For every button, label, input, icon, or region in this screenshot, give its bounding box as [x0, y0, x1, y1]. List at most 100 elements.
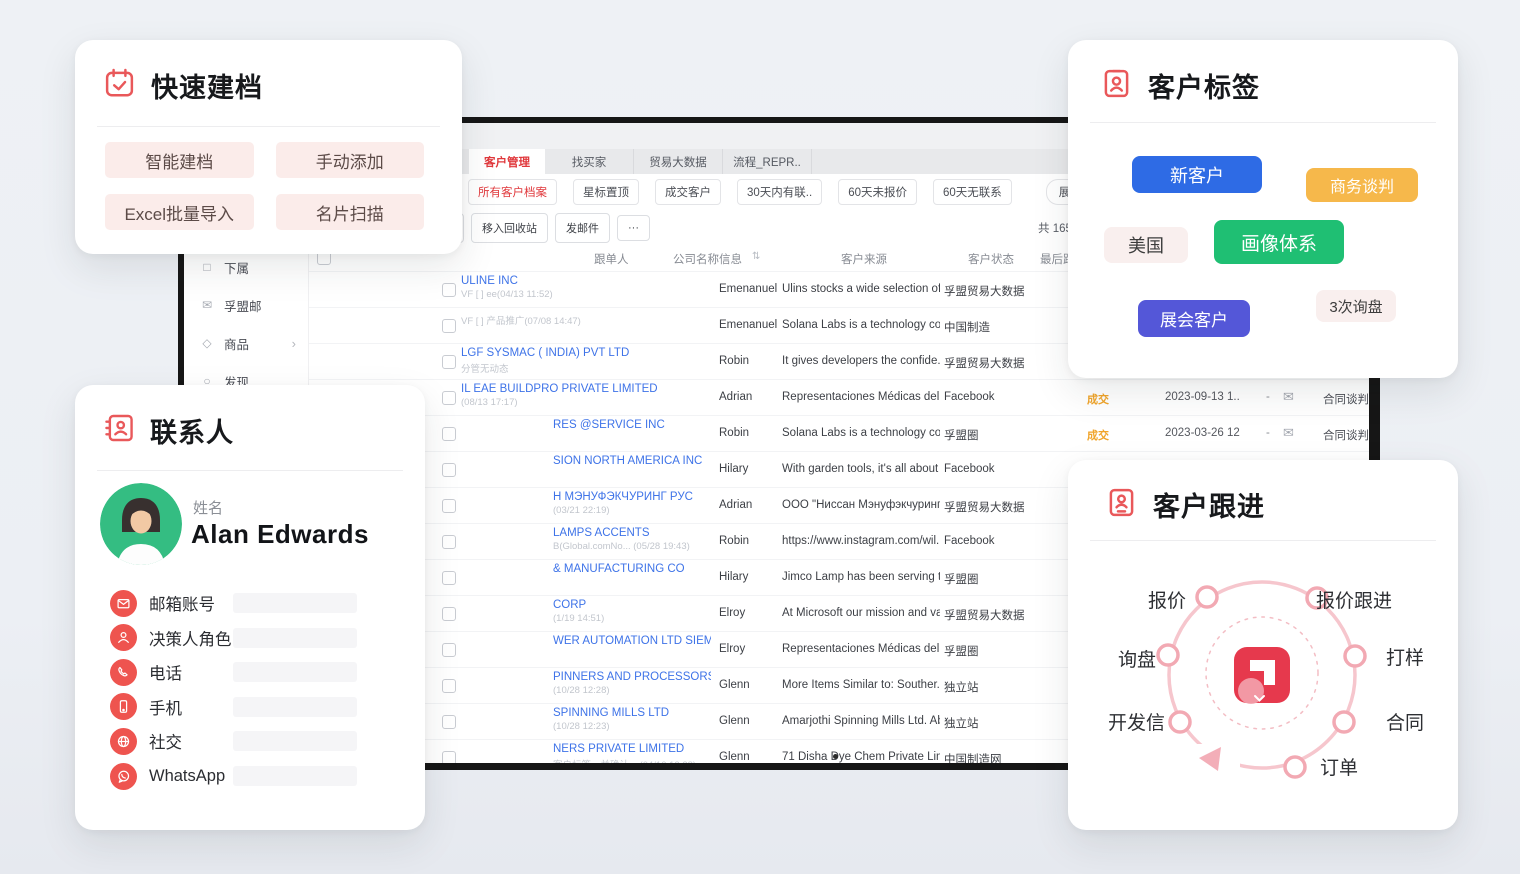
contact-field-2: 决策人角色	[110, 624, 232, 652]
customer-tag-5[interactable]: 展会客户	[1138, 300, 1250, 337]
company-cell: NERS PRIVATE LIMITED 客户标签、并确认... (04/10 …	[461, 743, 711, 763]
owner-cell: Adrian	[719, 391, 779, 403]
tab-trade-big-data[interactable]: 贸易大数据	[634, 149, 723, 174]
toolbar-button-3[interactable]: 发邮件	[555, 213, 610, 243]
sidebar-item-孚盟邮[interactable]: ✉孚盟邮	[184, 290, 308, 320]
follow-up-card: 客户跟进 报价报价跟进询盘打样开发信合同订单	[1068, 460, 1458, 830]
customer-tag-6[interactable]: 3次询盘	[1316, 290, 1396, 322]
row-checkbox[interactable]	[442, 283, 456, 297]
sidebar-item-下属[interactable]: □下属	[184, 252, 308, 282]
contact-card: 联系人 姓名 Alan Edwards 邮箱账号决策人角色电话手机社交Whats…	[75, 385, 425, 830]
product-icon: ◇	[200, 336, 214, 350]
row-checkbox[interactable]	[442, 463, 456, 477]
company-cell: CORP (1/19 14:51)	[461, 599, 711, 624]
company-name-link[interactable]: Н МЭНУФЭКЧУРИНГ РУС	[553, 491, 711, 503]
company-info-cell: With garden tools, it's all about ...	[782, 463, 940, 475]
row-checkbox[interactable]	[442, 355, 456, 369]
sidebar-item-商品[interactable]: ◇商品›	[184, 328, 308, 358]
customer-tag-2[interactable]: 商务谈判	[1306, 168, 1418, 202]
contact-field-label: 决策人角色	[149, 626, 232, 650]
filter-chip-1[interactable]: 所有客户档案	[468, 179, 557, 205]
contact-book-icon	[103, 412, 135, 449]
company-name-link[interactable]: WER AUTOMATION LTD SIEME	[553, 635, 711, 647]
header-status[interactable]: 客户状态	[968, 251, 1014, 267]
company-cell: PINNERS AND PROCESSORS (10/28 12:28)	[461, 671, 711, 696]
company-cell: SPINNING MILLS LTD (10/28 12:23)	[461, 707, 711, 732]
row-checkbox[interactable]	[442, 571, 456, 585]
owner-cell: Glenn	[719, 715, 779, 727]
sort-icon[interactable]: ⇅	[752, 251, 760, 262]
stage-cell: 合同谈判	[1323, 427, 1369, 443]
contact-name: Alan Edwards	[191, 519, 369, 550]
toolbar-button-2[interactable]: 移入回收站	[471, 213, 548, 243]
table-row[interactable]: RES @SERVICE INC Robin Solana Labs is a …	[309, 415, 1369, 451]
company-name-link[interactable]: CORP	[553, 599, 711, 611]
filter-chip-3[interactable]: 成交客户	[655, 179, 721, 205]
excel-import-button[interactable]: Excel批量导入	[105, 194, 254, 230]
owner-cell: Robin	[719, 355, 779, 367]
row-checkbox[interactable]	[442, 607, 456, 621]
id-badge-icon	[1100, 67, 1133, 105]
row-checkbox[interactable]	[442, 715, 456, 729]
row-checkbox[interactable]	[442, 535, 456, 549]
row-checkbox[interactable]	[442, 391, 456, 405]
row-checkbox[interactable]	[442, 427, 456, 441]
company-info-cell: At Microsoft our mission and va...	[782, 607, 940, 619]
toolbar-button-4[interactable]: ···	[617, 215, 650, 241]
company-name-link[interactable]: ULINE INC	[461, 275, 711, 287]
customer-tag-1[interactable]: 新客户	[1132, 156, 1262, 193]
mail-icon[interactable]: ✉	[1283, 425, 1301, 441]
company-info-cell: https://www.instagram.com/wil...	[782, 535, 940, 547]
company-cell: WER AUTOMATION LTD SIEME	[461, 635, 711, 647]
card-scan-button[interactable]: 名片扫描	[276, 194, 425, 230]
contact-field-placeholder	[233, 593, 357, 613]
contact-field-6: WhatsApp	[110, 762, 225, 790]
row-checkbox[interactable]	[442, 679, 456, 693]
owner-cell: Elroy	[719, 643, 779, 655]
last-follow-date-cell: 2023-09-13 1..	[1165, 391, 1263, 403]
source-cell: 孚盟圈	[944, 571, 1069, 587]
header-owner[interactable]: 跟单人	[594, 251, 629, 267]
mail-icon[interactable]: ✉	[1283, 389, 1301, 405]
company-name-link[interactable]: LGF SYSMAC ( INDIA) PVT LTD	[461, 347, 711, 359]
tab-process[interactable]: 流程_REPR..	[723, 149, 812, 174]
company-subtitle: (1/19 14:51)	[553, 613, 711, 624]
customer-tag-4[interactable]: 画像体系	[1214, 220, 1344, 264]
filter-chip-5[interactable]: 60天未报价	[838, 179, 917, 205]
row-checkbox[interactable]	[442, 643, 456, 657]
mobile-icon	[110, 693, 137, 720]
filter-chip-6[interactable]: 60天无联系	[933, 179, 1012, 205]
smart-create-button[interactable]: 智能建档	[105, 142, 254, 178]
table-row[interactable]: IL EAE BUILDPRO PRIVATE LIMITED (08/13 1…	[309, 379, 1369, 415]
company-name-link[interactable]: PINNERS AND PROCESSORS	[553, 671, 711, 683]
tab-customer-management[interactable]: 客户管理	[469, 149, 545, 174]
calendar-check-icon	[103, 67, 136, 105]
contact-field-4: 手机	[110, 693, 182, 721]
header-source[interactable]: 客户来源	[841, 251, 887, 267]
tab-find-buyers[interactable]: 找买家	[545, 149, 634, 174]
company-name-link[interactable]: RES @SERVICE INC	[553, 419, 711, 431]
company-name-link[interactable]: & MANUFACTURING CO	[553, 563, 711, 575]
company-cell: LAMPS ACCENTS B(Global.comNo... (05/28 1…	[461, 527, 711, 552]
company-name-link[interactable]: NERS PRIVATE LIMITED	[553, 743, 711, 755]
chevron-right-icon: ›	[292, 336, 296, 351]
owner-cell: Adrian	[719, 499, 779, 511]
dash-cell: -	[1266, 391, 1278, 403]
header-company-info[interactable]: 公司名称信息	[673, 251, 742, 267]
customer-tag-3[interactable]: 美国	[1104, 227, 1188, 263]
row-checkbox[interactable]	[442, 751, 456, 764]
company-name-link[interactable]: SION NORTH AMERICA INC	[553, 455, 711, 467]
source-cell: 孚盟圈	[944, 427, 1069, 443]
row-checkbox[interactable]	[442, 499, 456, 513]
contact-field-label: 邮箱账号	[149, 591, 215, 615]
company-name-link[interactable]: LAMPS ACCENTS	[553, 527, 711, 539]
sidebar-item-label: 孚盟邮	[224, 296, 262, 315]
filter-chip-4[interactable]: 30天内有联..	[737, 179, 822, 205]
company-name-link[interactable]: IL EAE BUILDPRO PRIVATE LIMITED	[461, 383, 711, 395]
company-info-cell: Representaciones Médicas del ...	[782, 391, 940, 403]
row-checkbox[interactable]	[442, 319, 456, 333]
manual-add-button[interactable]: 手动添加	[276, 142, 425, 178]
company-name-link[interactable]: SPINNING MILLS LTD	[553, 707, 711, 719]
filter-chip-2[interactable]: 星标置顶	[573, 179, 639, 205]
company-subtitle: (03/21 22:19)	[553, 505, 711, 516]
